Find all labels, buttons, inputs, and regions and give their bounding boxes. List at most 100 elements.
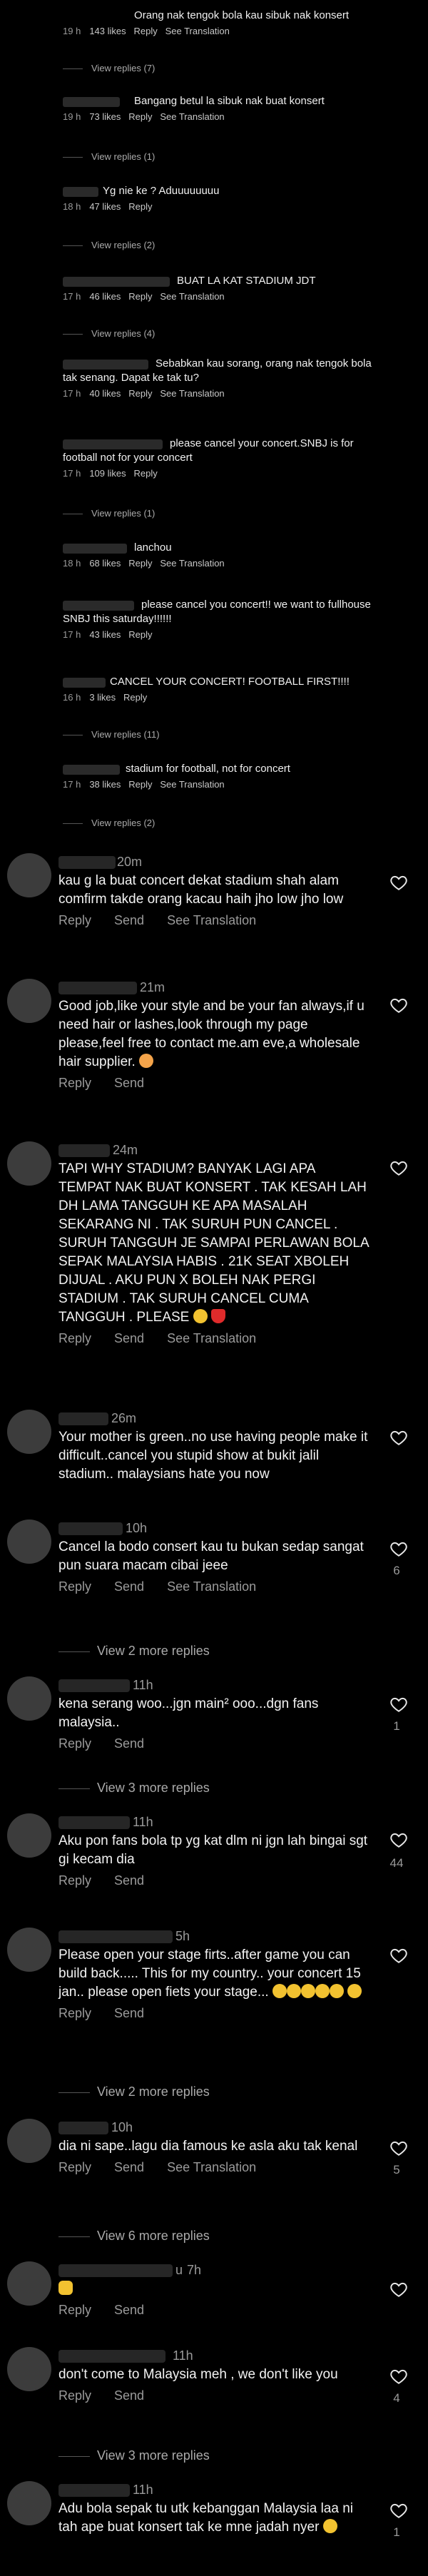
see-translation-button[interactable]: See Translation [167,1331,256,1345]
pray-emoji-icon [300,1984,315,1998]
username-blurred[interactable] [58,1144,110,1157]
likes-count[interactable]: 38 likes [89,779,121,790]
likes-count[interactable]: 143 likes [89,26,126,36]
view-replies-button[interactable]: View replies (7) [0,63,428,73]
heart-outline-icon[interactable] [389,1695,408,1714]
heart-outline-icon[interactable] [389,2139,408,2157]
username-blurred[interactable] [58,1816,130,1829]
likes-count[interactable]: 109 likes [89,468,126,479]
view-replies-button[interactable]: View replies (1) [0,508,428,519]
heart-outline-icon[interactable] [389,1428,408,1447]
heart-outline-icon[interactable] [389,2501,408,2520]
reply-button[interactable]: Reply [133,26,157,36]
see-translation-button[interactable]: See Translation [167,2160,256,2174]
comment-item: 11h don't come to Malaysia meh , we don'… [0,2347,428,2403]
username-blurred[interactable] [58,2350,165,2363]
view-replies-button[interactable]: View 3 more replies [0,2448,428,2463]
send-button[interactable]: Send [114,1076,144,1090]
view-replies-button[interactable]: View replies (2) [0,240,428,250]
heart-outline-icon[interactable] [389,1946,408,1965]
likes-count[interactable]: 40 likes [89,388,121,399]
likes-count[interactable]: 73 likes [89,111,121,122]
heart-outline-icon[interactable] [389,2367,408,2386]
pray-emoji-icon [315,1984,330,1998]
likes-count[interactable]: 43 likes [89,629,121,640]
username-blurred[interactable] [58,1412,108,1425]
like-count: 5 [393,2163,400,2177]
emoji-icon [139,1054,154,1068]
reply-button[interactable]: Reply [128,111,152,122]
see-translation-button[interactable]: See Translation [160,779,224,790]
see-translation-button[interactable]: See Translation [160,558,224,569]
likes-count[interactable]: 3 likes [89,692,116,703]
send-button[interactable]: Send [114,913,144,927]
heart-outline-icon[interactable] [389,1831,408,1849]
reply-button[interactable]: Reply [58,1579,91,1594]
see-translation-button[interactable]: See Translation [165,26,230,36]
view-replies-button[interactable]: View 6 more replies [0,2229,428,2244]
comment-text: CANCEL YOUR CONCERT! FOOTBALL FIRST!!!! [110,676,350,688]
view-replies-button[interactable]: View replies (1) [0,151,428,162]
heart-outline-icon[interactable] [389,996,408,1014]
comment-actions: Reply Send See Translation [58,1579,371,1594]
send-button[interactable]: Send [114,2160,144,2174]
username-blurred[interactable] [58,2264,173,2277]
see-translation-button[interactable]: See Translation [167,913,256,927]
reply-button[interactable]: Reply [58,1331,91,1345]
see-translation-button[interactable]: See Translation [160,291,224,302]
reply-button[interactable]: Reply [58,2160,91,2174]
view-replies-button[interactable]: View 3 more replies [0,1781,428,1796]
username-blurred[interactable] [58,982,137,994]
reply-button[interactable]: Reply [58,2388,91,2403]
reply-button[interactable]: Reply [128,201,152,212]
heart-outline-icon[interactable] [389,2280,408,2298]
see-translation-button[interactable]: See Translation [160,388,224,399]
reply-button[interactable]: Reply [58,1076,91,1090]
heart-outline-icon[interactable] [389,873,408,892]
reply-button[interactable]: Reply [128,779,152,790]
view-replies-button[interactable]: View 2 more replies [0,1644,428,1659]
comment-text: kau g la buat concert dekat stadium shah… [58,873,344,907]
username-blurred[interactable] [58,1930,173,1943]
reply-button[interactable]: Reply [58,1736,91,1751]
send-button[interactable]: Send [114,1331,144,1345]
likes-count[interactable]: 46 likes [89,291,121,302]
send-button[interactable]: Send [114,2388,144,2403]
reply-button[interactable]: Reply [128,291,152,302]
username-blurred[interactable] [58,1522,123,1535]
username-blurred[interactable] [58,1679,130,1692]
username-blurred[interactable] [58,2122,108,2134]
likes-count[interactable]: 68 likes [89,558,121,569]
reply-button[interactable]: Reply [123,692,147,703]
send-button[interactable]: Send [114,1736,144,1751]
see-translation-button[interactable]: See Translation [160,111,224,122]
reply-button[interactable]: Reply [58,1873,91,1888]
reply-button[interactable]: Reply [58,913,91,927]
comment-item: lanchou 18 h 68 likes Reply See Translati… [0,541,428,569]
see-translation-button[interactable]: See Translation [167,1579,256,1594]
send-button[interactable]: Send [114,1579,144,1594]
view-replies-button[interactable]: View replies (2) [0,818,428,828]
reply-button[interactable]: Reply [133,468,157,479]
view-replies-button[interactable]: View replies (4) [0,328,428,339]
send-button[interactable]: Send [114,1873,144,1888]
view-replies-button[interactable]: View replies (11) [0,729,428,740]
comment-meta: 18 h 47 likes Reply [63,201,153,212]
send-button[interactable]: Send [114,2303,144,2317]
reply-button[interactable]: Reply [58,2303,91,2317]
reply-button[interactable]: Reply [128,388,152,399]
comment-text: Yg nie ke ? Aduuuuuuuu [103,185,220,197]
comment-text: kena serang woo...jgn main² ooo...dgn fa… [58,1696,319,1730]
view-replies-button[interactable]: View 2 more replies [0,2084,428,2099]
likes-count[interactable]: 47 likes [89,201,121,212]
comment-meta: 17 h 38 likes Reply See Translation [63,779,225,790]
username-blurred[interactable] [58,856,116,869]
username-blurred[interactable] [58,2484,130,2497]
comment-actions: Reply Send [58,1736,371,1751]
reply-button[interactable]: Reply [58,2006,91,2020]
reply-button[interactable]: Reply [128,629,152,640]
heart-outline-icon[interactable] [389,1539,408,1558]
reply-button[interactable]: Reply [128,558,152,569]
send-button[interactable]: Send [114,2006,144,2020]
heart-outline-icon[interactable] [389,1159,408,1177]
